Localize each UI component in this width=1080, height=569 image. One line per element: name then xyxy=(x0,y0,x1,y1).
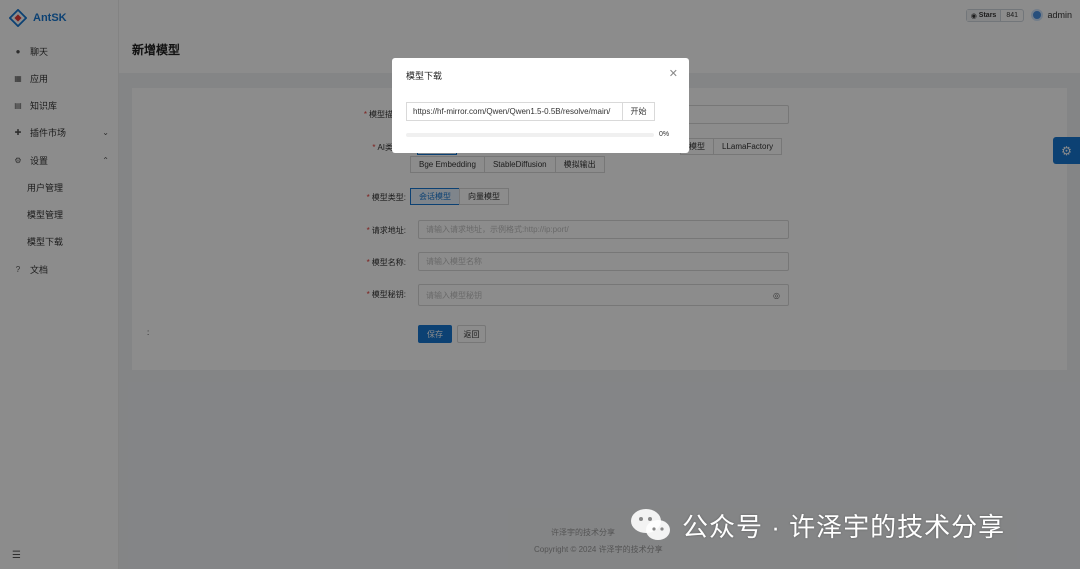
watermark: 公众号 · 许泽宇的技术分享 xyxy=(630,506,1005,544)
download-progress-bar xyxy=(406,133,654,137)
progress-text: 0% xyxy=(659,131,670,138)
watermark-text: 公众号 · 许泽宇的技术分享 xyxy=(682,511,1006,542)
close-icon[interactable]: ✕ xyxy=(669,67,678,80)
modal-title: 模型下载 xyxy=(406,71,443,81)
wechat-icon xyxy=(631,509,670,540)
model-url-input[interactable]: https://hf-mirror.com/Qwen/Qwen1.5-0.5B/… xyxy=(406,102,622,121)
model-download-modal: 模型下载 ✕ https://hf-mirror.com/Qwen/Qwen1.… xyxy=(392,58,689,153)
start-button[interactable]: 开始 xyxy=(622,102,655,121)
